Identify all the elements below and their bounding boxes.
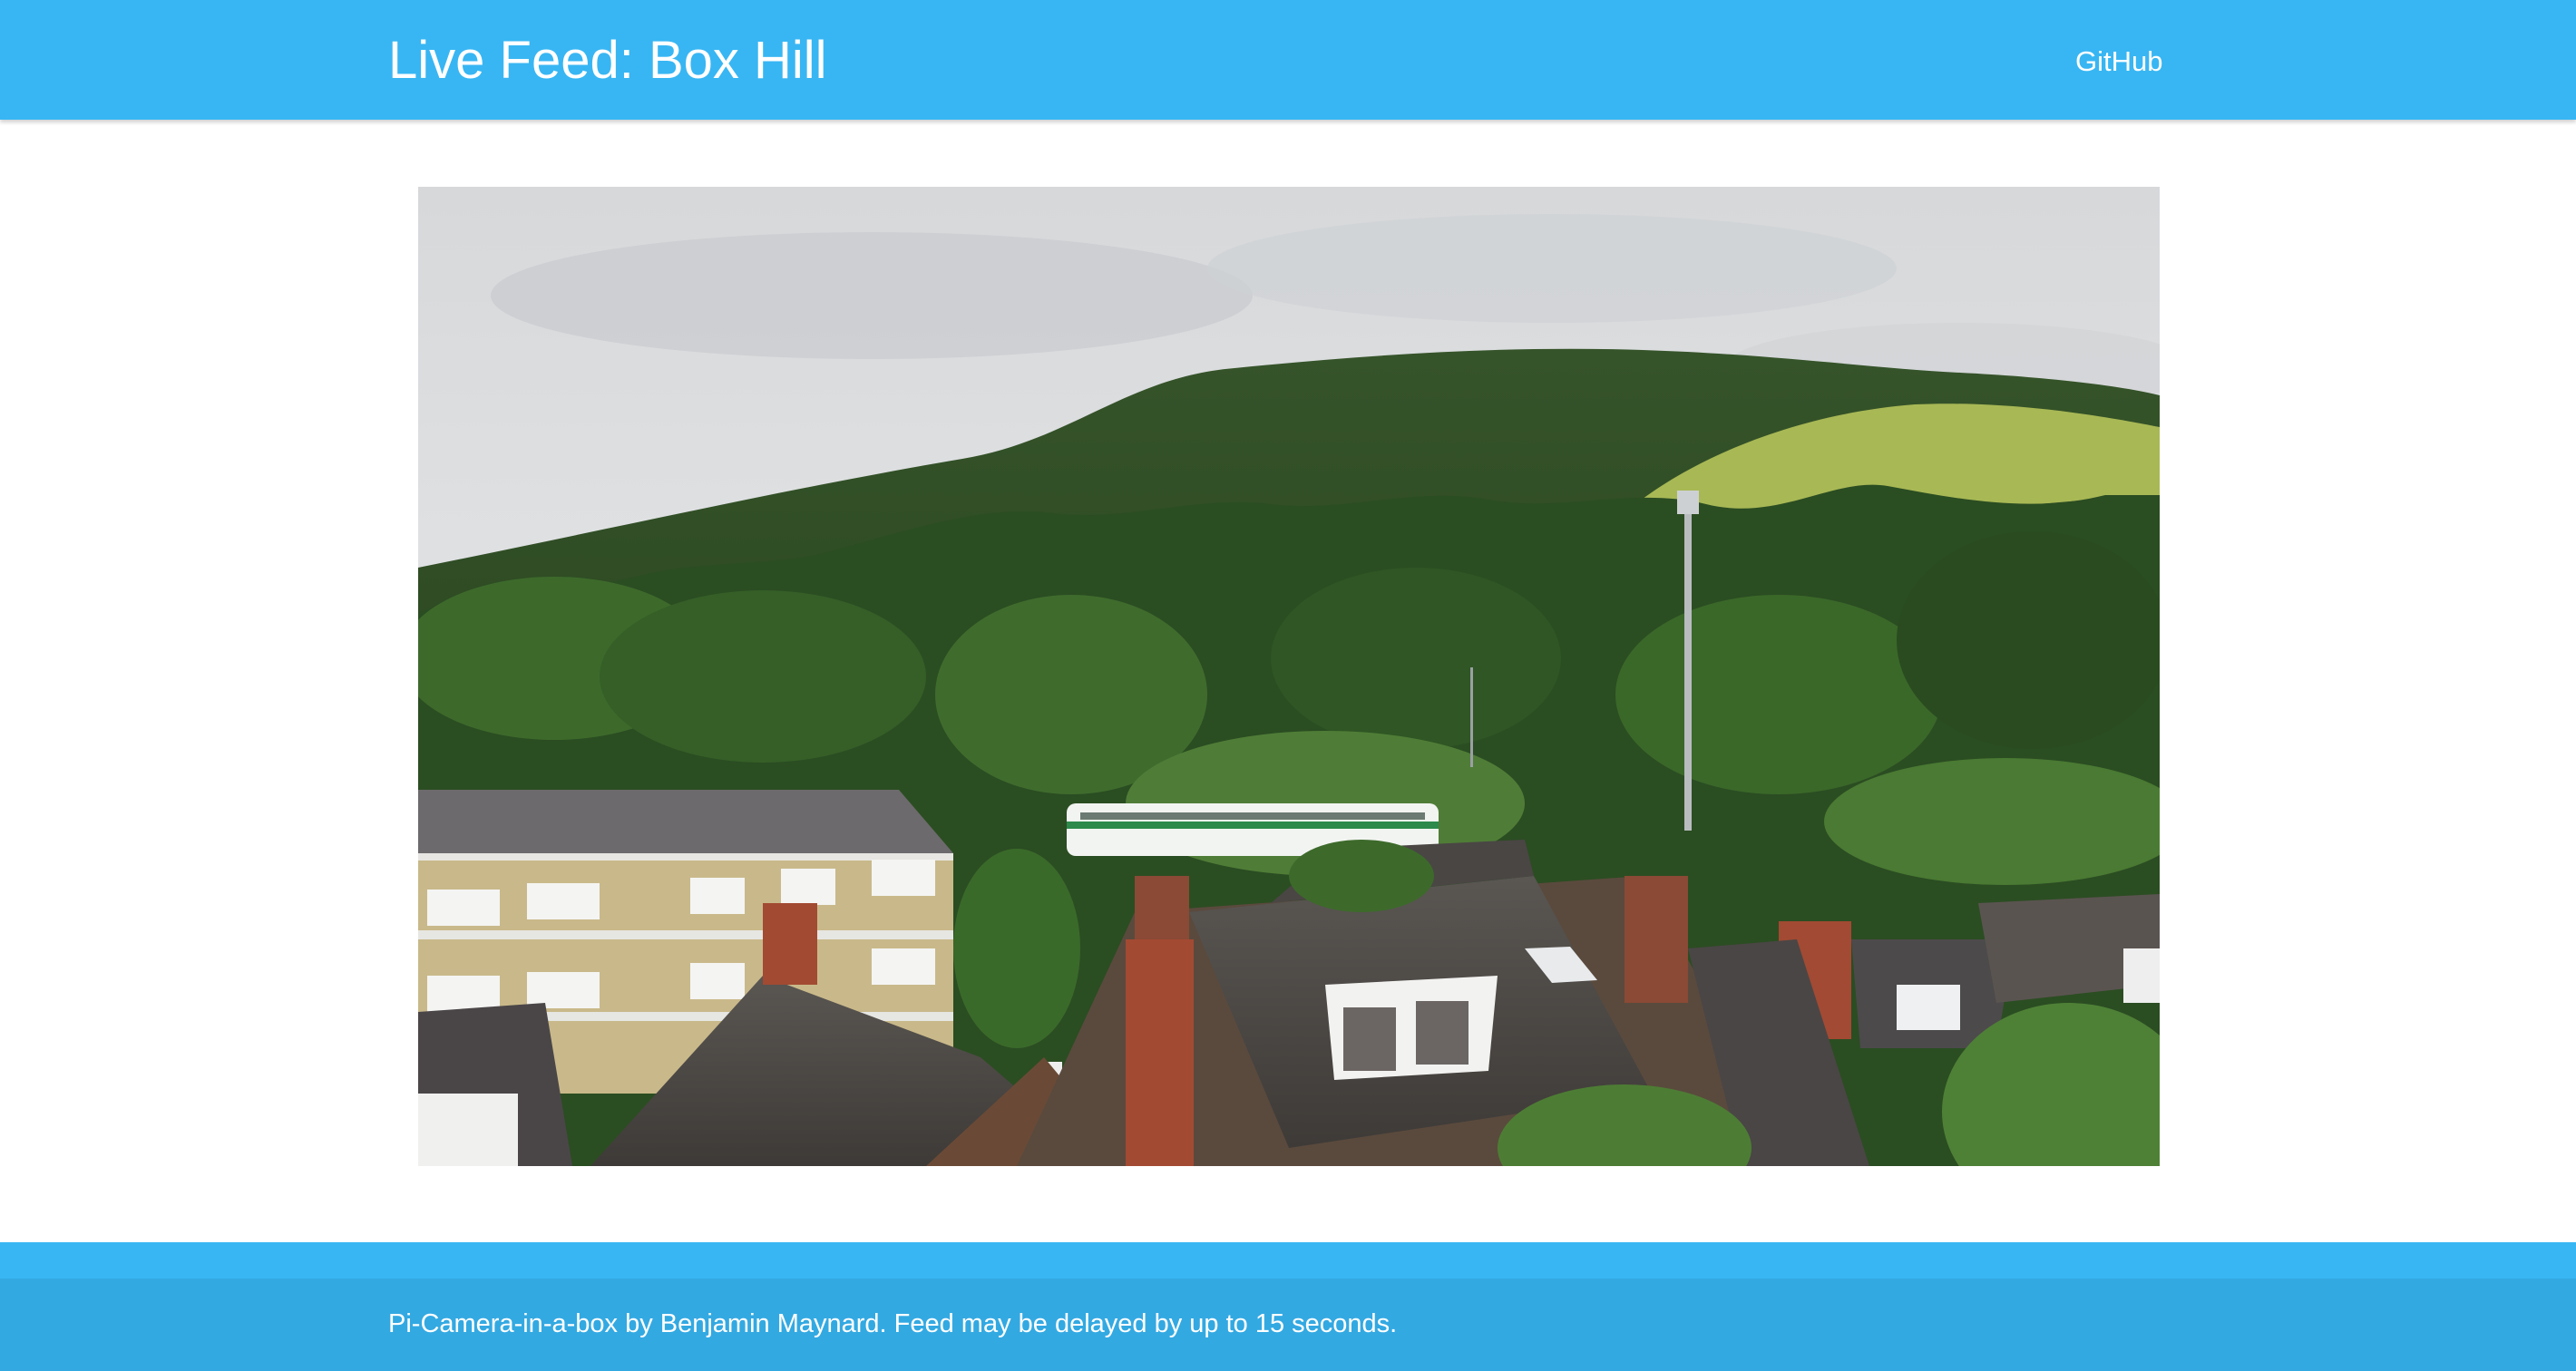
footer-text: Pi-Camera-in-a-box by Benjamin Maynard. … xyxy=(388,1309,1398,1338)
github-link[interactable]: GitHub xyxy=(2075,44,2162,80)
footer: Pi-Camera-in-a-box by Benjamin Maynard. … xyxy=(0,1279,2576,1371)
camera-feed-image xyxy=(418,187,2160,1166)
footer-top-band xyxy=(0,1242,2576,1279)
page: Live Feed: Box Hill GitHub Pi-Camera-in-… xyxy=(0,0,2576,1371)
top-navbar: Live Feed: Box Hill GitHub xyxy=(0,0,2576,120)
page-title: Live Feed: Box Hill xyxy=(388,31,827,90)
camera-feed-picture xyxy=(418,187,2160,1166)
